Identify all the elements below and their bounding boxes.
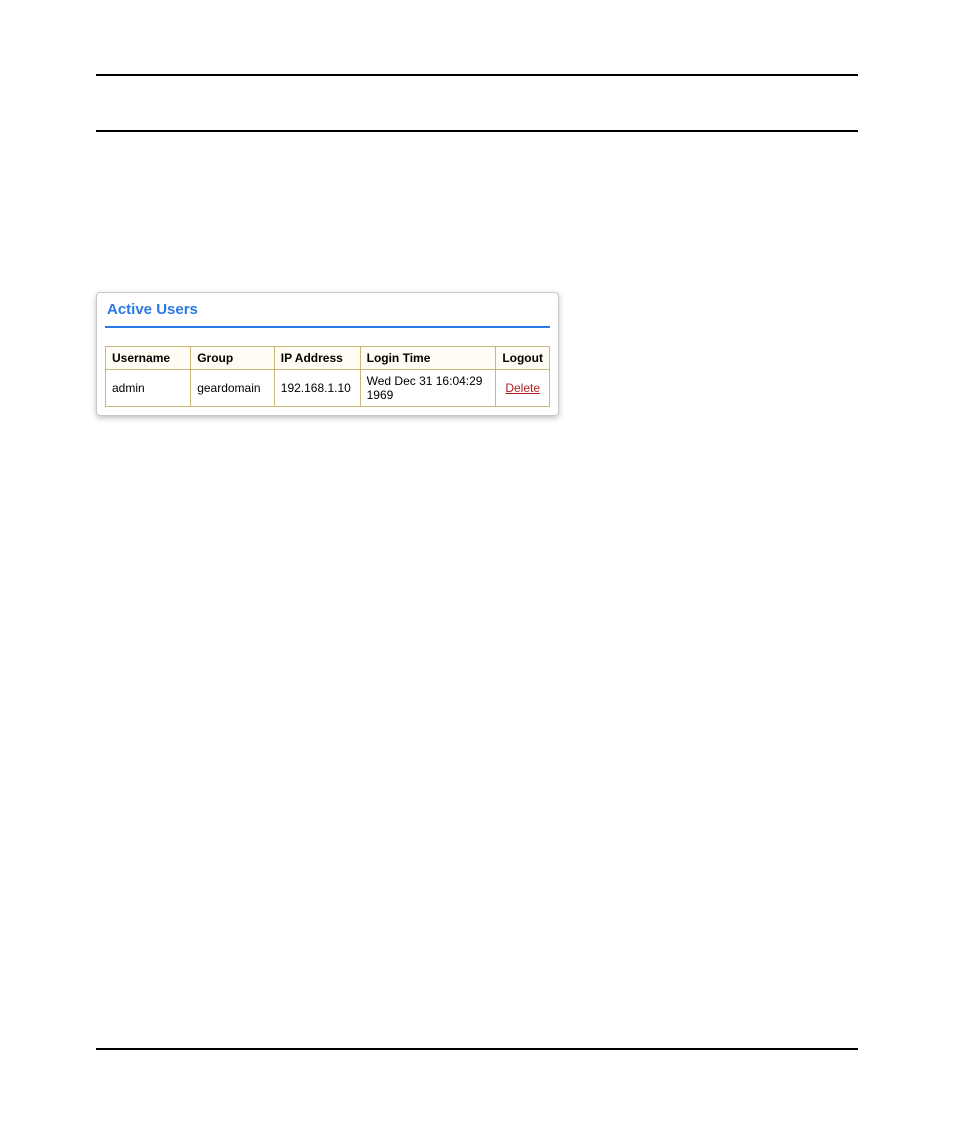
table-row: admin geardomain 192.168.1.10 Wed Dec 31…	[106, 370, 550, 407]
col-logout: Logout	[496, 347, 550, 370]
cell-logout: Delete	[496, 370, 550, 407]
col-login: Login Time	[360, 347, 496, 370]
active-users-table: Username Group IP Address Login Time Log…	[105, 346, 550, 407]
cell-login: Wed Dec 31 16:04:29 1969	[360, 370, 496, 407]
panel-title: Active Users	[105, 299, 550, 326]
divider-top	[96, 74, 858, 76]
col-group: Group	[191, 347, 275, 370]
panel-divider	[105, 326, 550, 328]
table-header-row: Username Group IP Address Login Time Log…	[106, 347, 550, 370]
col-ip: IP Address	[274, 347, 360, 370]
cell-username: admin	[106, 370, 191, 407]
delete-link[interactable]: Delete	[505, 381, 540, 395]
active-users-panel: Active Users Username Group IP Address L…	[96, 292, 559, 416]
divider-second	[96, 130, 858, 132]
cell-ip: 192.168.1.10	[274, 370, 360, 407]
divider-bottom	[96, 1048, 858, 1050]
col-username: Username	[106, 347, 191, 370]
cell-group: geardomain	[191, 370, 275, 407]
